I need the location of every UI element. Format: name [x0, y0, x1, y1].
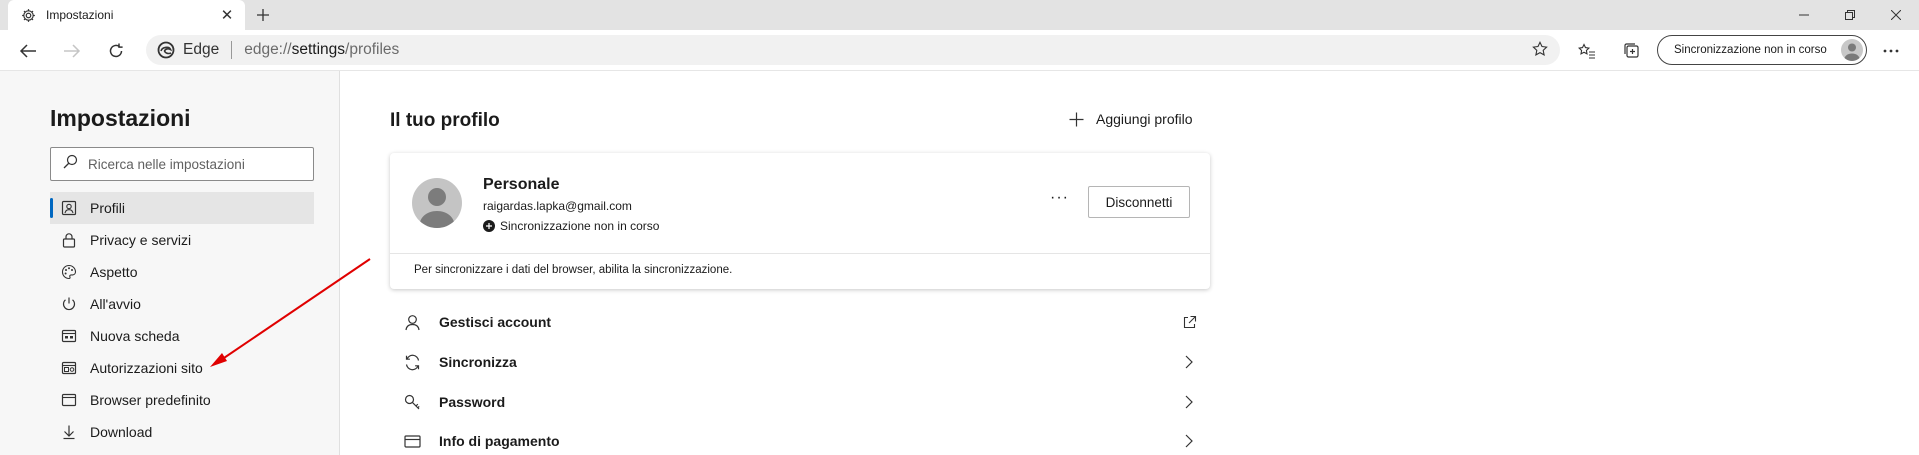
settings-sidebar: Impostazioni Profili Privacy e servizi A… [0, 71, 340, 455]
url-text[interactable]: edge://settings/profiles [244, 41, 399, 59]
download-icon [60, 423, 78, 441]
sidebar-item-appearance[interactable]: Aspetto [50, 256, 314, 288]
edge-icon [157, 41, 175, 59]
site-permissions-icon [60, 359, 78, 377]
sidebar-item-label: Autorizzazioni sito [90, 360, 203, 376]
chevron-right-icon [1180, 393, 1198, 411]
sidebar-item-label: Download [90, 424, 153, 440]
row-label: Sincronizza [439, 354, 517, 370]
row-manage-account[interactable]: Gestisci account [390, 302, 1210, 342]
forward-icon[interactable] [57, 36, 87, 66]
palette-icon [60, 263, 78, 281]
sidebar-item-privacy[interactable]: Privacy e servizi [50, 224, 314, 256]
sidebar-item-download[interactable]: Download [50, 416, 314, 448]
add-profile-label: Aggiungi profilo [1096, 111, 1193, 127]
new-tab-icon[interactable] [252, 4, 274, 26]
refresh-icon[interactable] [101, 36, 131, 66]
sidebar-item-label: Nuova scheda [90, 328, 180, 344]
more-options-icon[interactable]: ··· [1050, 189, 1069, 207]
sync-note: Per sincronizzare i dati del browser, ab… [414, 264, 733, 276]
profile-email: raigardas.lapka@gmail.com [483, 199, 632, 213]
sidebar-item-site-permissions[interactable]: Autorizzazioni sito [50, 352, 314, 384]
sync-status-button[interactable]: Sincronizzazione non in corso [1657, 35, 1867, 65]
profile-sync-status: Sincronizzazione non in corso [483, 219, 659, 233]
toolbar: Edge edge://settings/profiles Sincronizz… [0, 30, 1919, 71]
profile-avatar [412, 178, 462, 228]
sidebar-title: Impostazioni [50, 105, 191, 131]
row-label: Gestisci account [439, 314, 552, 330]
key-icon [402, 392, 422, 412]
address-bar[interactable]: Edge edge://settings/profiles [146, 35, 1560, 65]
restore-icon[interactable] [1827, 0, 1873, 30]
search-icon [63, 154, 78, 174]
close-window-icon[interactable] [1873, 0, 1919, 30]
back-icon[interactable] [13, 36, 43, 66]
sync-icon [402, 352, 422, 372]
collections-icon[interactable] [1617, 36, 1647, 66]
sidebar-item-label: Profili [90, 200, 126, 216]
tab-settings[interactable]: Impostazioni ✕ [8, 0, 245, 30]
search-input[interactable] [88, 156, 298, 172]
tab-strip: Impostazioni ✕ [0, 0, 1919, 30]
tab-title: Impostazioni [46, 8, 114, 22]
edge-label: Edge [183, 41, 220, 58]
row-sync[interactable]: Sincronizza [390, 342, 1210, 382]
new-tab-icon [60, 327, 78, 345]
chevron-right-icon [1180, 432, 1198, 450]
chevron-right-icon [1180, 353, 1198, 371]
sync-off-icon [483, 220, 495, 232]
external-link-icon [1180, 313, 1198, 331]
profile-sync-label: Sincronizzazione non in corso [500, 219, 660, 233]
sidebar-item-label: Browser predefinito [90, 392, 211, 408]
browser-icon [60, 391, 78, 409]
profile-icon [60, 199, 78, 217]
row-label: Password [439, 394, 506, 410]
row-label: Info di pagamento [439, 433, 560, 449]
sidebar-item-label: Aspetto [90, 264, 138, 280]
power-icon [60, 295, 78, 313]
add-profile-button[interactable]: Aggiungi profilo [1068, 111, 1193, 127]
row-payment-info[interactable]: Info di pagamento [390, 421, 1210, 455]
person-icon [402, 312, 422, 332]
sync-status-label: Sincronizzazione non in corso [1674, 44, 1827, 56]
favorites-icon[interactable] [1572, 36, 1602, 66]
lock-icon [60, 231, 78, 249]
avatar [1841, 39, 1863, 61]
plus-icon [1068, 111, 1084, 127]
profile-name: Personale [483, 176, 560, 193]
sidebar-item-profiles[interactable]: Profili [50, 192, 314, 224]
minimize-icon[interactable] [1781, 0, 1827, 30]
close-tab-icon[interactable]: ✕ [219, 7, 235, 24]
address-separator [231, 41, 233, 59]
sidebar-item-label: Privacy e servizi [90, 232, 192, 248]
sidebar-item-default-browser[interactable]: Browser predefinito [50, 384, 314, 416]
settings-search[interactable] [50, 147, 314, 181]
sidebar-item-startup[interactable]: All'avvio [50, 288, 314, 320]
gear-icon [20, 7, 36, 23]
favorite-star-icon[interactable] [1532, 41, 1550, 59]
page-title: Il tuo profilo [390, 110, 500, 131]
disconnect-button[interactable]: Disconnetti [1088, 186, 1190, 218]
sidebar-item-new-tab[interactable]: Nuova scheda [50, 320, 314, 352]
row-passwords[interactable]: Password [390, 382, 1210, 422]
card-divider [390, 253, 1210, 254]
more-options-icon[interactable] [1876, 36, 1906, 66]
card-icon [402, 431, 422, 451]
sidebar-item-label: All'avvio [90, 296, 141, 312]
profile-card: Personale raigardas.lapka@gmail.com Sinc… [390, 153, 1210, 289]
